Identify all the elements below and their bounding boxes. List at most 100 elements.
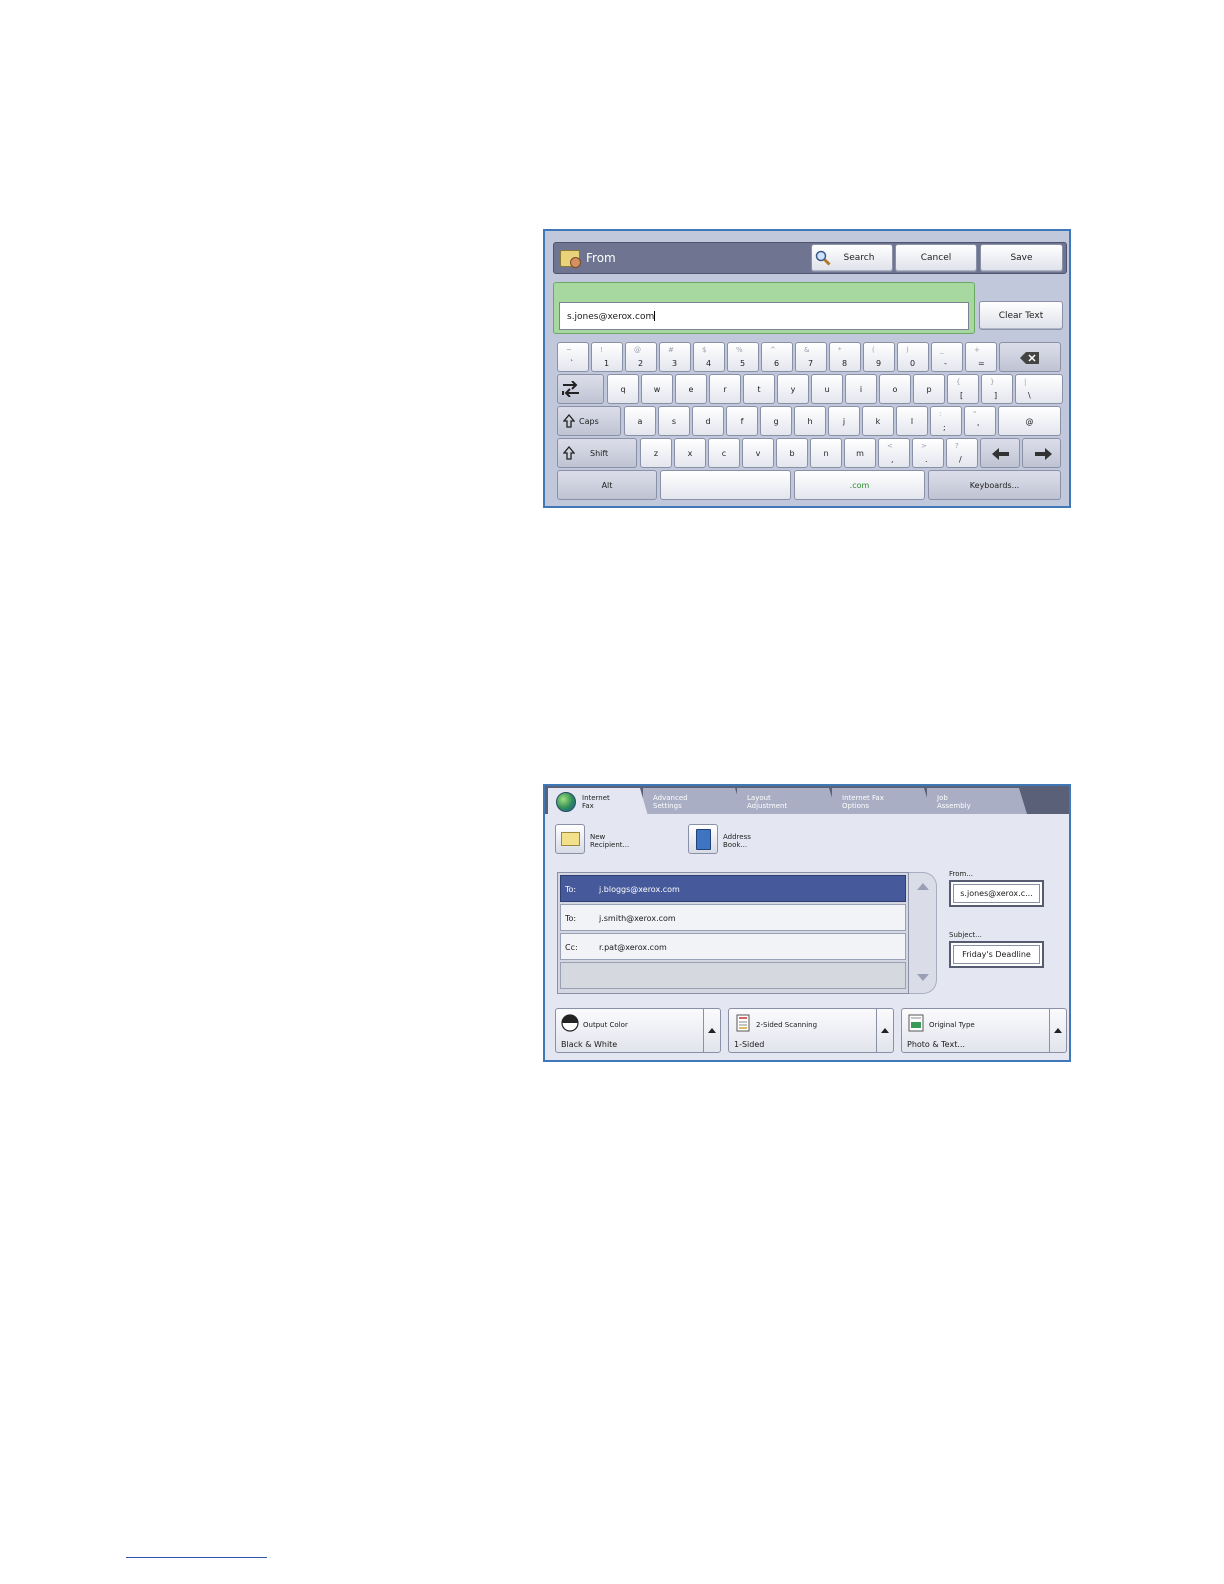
email-field[interactable]: s.jones@xerox.com (559, 302, 969, 330)
key-8[interactable]: * 8 (829, 342, 861, 372)
entry-panel: s.jones@xerox.com (553, 282, 975, 334)
key--[interactable]: _ - (931, 342, 963, 372)
scroll-down-icon[interactable] (917, 974, 929, 981)
two-sided-scanning-option[interactable]: 2-Sided Scanning 1-Sided (728, 1008, 894, 1053)
key-label: p (926, 384, 932, 394)
two-sided-scanning-arrow[interactable] (876, 1009, 893, 1052)
key-d[interactable]: d (692, 406, 724, 436)
clear-text-button[interactable]: Clear Text (979, 301, 1063, 330)
key-=[interactable]: + = (965, 342, 997, 372)
tab-layout-adjustment-line1: Layout (747, 794, 771, 802)
original-type-option[interactable]: Original Type Photo & Text... (901, 1008, 1067, 1053)
key-o[interactable]: o (879, 374, 911, 404)
key-at[interactable]: @ (998, 406, 1061, 436)
key-r[interactable]: r (709, 374, 741, 404)
output-color-title: Output Color (583, 1021, 628, 1029)
key-label: v (755, 448, 761, 458)
dot-com-key[interactable]: .com (794, 470, 925, 500)
key-label: / (959, 455, 962, 464)
key-6[interactable]: ^ 6 (761, 342, 793, 372)
key-label: y (790, 384, 796, 394)
shift-key[interactable]: Shift (557, 438, 637, 468)
key-label: z (653, 448, 659, 458)
key-punct4-0[interactable]: <, (878, 438, 910, 468)
tab-internet-fax-options[interactable]: Internet Fax Options (832, 788, 932, 814)
key-2[interactable]: @2 (625, 342, 657, 372)
tab-key[interactable] (557, 374, 604, 404)
key-b[interactable]: b (776, 438, 808, 468)
output-color-arrow[interactable] (703, 1009, 720, 1052)
key-l[interactable]: l (896, 406, 928, 436)
key-x[interactable]: x (674, 438, 706, 468)
original-type-value: Photo & Text... (907, 1040, 965, 1049)
from-field[interactable]: s.jones@xerox.c... (949, 880, 1044, 907)
search-button[interactable]: Search (811, 244, 893, 272)
key-m[interactable]: m (844, 438, 876, 468)
key-punct-0[interactable]: :; (930, 406, 962, 436)
key-punct4-1[interactable]: >. (912, 438, 944, 468)
key-4[interactable]: $4 (693, 342, 725, 372)
key-0[interactable]: ) 0 (897, 342, 929, 372)
key-punct4-2[interactable]: ? / (946, 438, 978, 468)
tab-job-assembly[interactable]: Job Assembly (927, 788, 1027, 814)
scroll-up-icon[interactable] (917, 883, 929, 890)
key-q[interactable]: q (607, 374, 639, 404)
space-key[interactable] (660, 470, 791, 500)
alt-key[interactable]: Alt (557, 470, 657, 500)
footer-rule (126, 1557, 267, 1558)
key-3[interactable]: #3 (659, 342, 691, 372)
recipient-scrollbar[interactable] (909, 872, 937, 994)
key-u[interactable]: u (811, 374, 843, 404)
keyboards-key[interactable]: Keyboards... (928, 470, 1061, 500)
key-s[interactable]: s (658, 406, 690, 436)
key-e[interactable]: e (675, 374, 707, 404)
key-v[interactable]: v (742, 438, 774, 468)
key-label: Alt (601, 480, 613, 490)
key-k[interactable]: k (862, 406, 894, 436)
recipient-row[interactable]: To: j.smith@xerox.com (560, 904, 906, 931)
recipient-email: j.smith@xerox.com (599, 914, 676, 923)
key-`[interactable]: ~ ` (557, 342, 589, 372)
recipient-row[interactable]: To: j.bloggs@xerox.com (560, 875, 906, 902)
key-bracket-0[interactable]: {[ (947, 374, 979, 404)
key-g[interactable]: g (760, 406, 792, 436)
tab-layout-adjustment[interactable]: Layout Adjustment (737, 788, 837, 814)
key-y[interactable]: y (777, 374, 809, 404)
recipient-row[interactable]: Cc: r.pat@xerox.com (560, 933, 906, 960)
save-button[interactable]: Save (980, 244, 1063, 272)
key-bracket-2[interactable]: | \ (1015, 374, 1063, 404)
key-j[interactable]: j (828, 406, 860, 436)
key-9[interactable]: (9 (863, 342, 895, 372)
original-type-arrow[interactable] (1049, 1009, 1066, 1052)
tab-internet-fax[interactable]: Internet Fax (548, 788, 648, 816)
cancel-button[interactable]: Cancel (895, 244, 977, 272)
tab-advanced-settings[interactable]: Advanced Settings (643, 788, 743, 814)
new-recipient-line1: New (590, 833, 606, 841)
address-book-button[interactable] (688, 824, 718, 854)
key-c[interactable]: c (708, 438, 740, 468)
backspace-key[interactable] (999, 342, 1061, 372)
chevron-up-icon (1054, 1028, 1062, 1033)
key-label: .com (849, 480, 870, 490)
output-color-option[interactable]: Output Color Black & White (555, 1008, 721, 1053)
key-1[interactable]: ! 1 (591, 342, 623, 372)
cursor-right-key[interactable] (1022, 438, 1061, 468)
key-bracket-1[interactable]: }] (981, 374, 1013, 404)
new-recipient-button[interactable] (555, 824, 585, 854)
subject-field[interactable]: Friday's Deadline (949, 941, 1044, 968)
key-punct-1[interactable]: " ' (964, 406, 996, 436)
key-7[interactable]: & 7 (795, 342, 827, 372)
key-n[interactable]: n (810, 438, 842, 468)
key-p[interactable]: p (913, 374, 945, 404)
key-z[interactable]: z (640, 438, 672, 468)
key-f[interactable]: f (726, 406, 758, 436)
key-t[interactable]: t (743, 374, 775, 404)
key-i[interactable]: i (845, 374, 877, 404)
key-a[interactable]: a (624, 406, 656, 436)
address-book-line1: Address (723, 833, 751, 841)
key-w[interactable]: w (641, 374, 673, 404)
key-5[interactable]: % 5 (727, 342, 759, 372)
cursor-left-key[interactable] (980, 438, 1020, 468)
caps-key[interactable]: Caps (557, 406, 621, 436)
key-h[interactable]: h (794, 406, 826, 436)
